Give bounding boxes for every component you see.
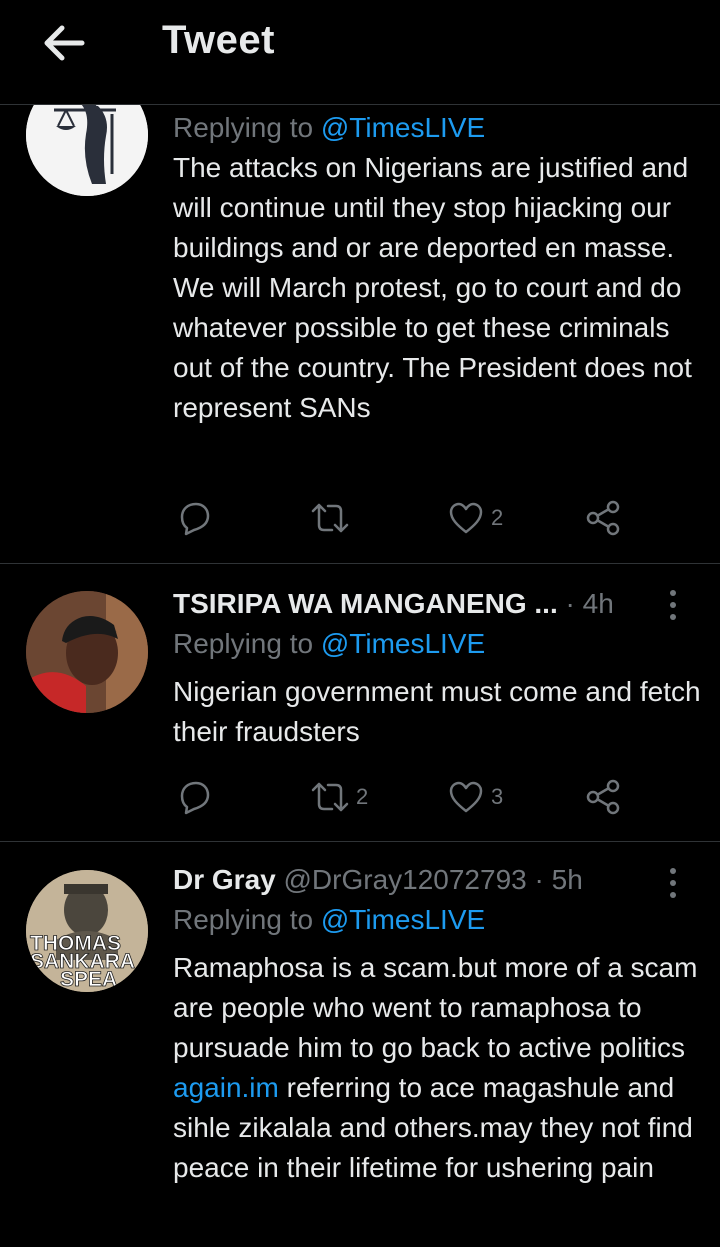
tweet-header: Dr Gray @DrGray12072793 · 5h bbox=[173, 860, 703, 900]
replying-handle-link[interactable]: @TimesLIVE bbox=[321, 904, 485, 935]
heart-icon bbox=[449, 781, 483, 813]
profile-photo: THOMAS SANKARA SPEA bbox=[26, 870, 148, 992]
top-bar: Tweet bbox=[0, 0, 720, 105]
retweet-button[interactable] bbox=[310, 496, 356, 540]
retweet-icon bbox=[311, 503, 349, 533]
retweet-icon bbox=[311, 782, 349, 812]
more-vertical-icon[interactable] bbox=[668, 866, 678, 900]
tweet-text: Ramaphosa is a scam.but more of a scam a… bbox=[173, 952, 698, 1183]
replying-handle-link[interactable]: @TimesLIVE bbox=[321, 628, 485, 659]
reply-icon bbox=[180, 781, 210, 815]
profile-photo bbox=[26, 591, 148, 713]
share-icon bbox=[586, 500, 620, 536]
share-button[interactable] bbox=[584, 496, 622, 540]
arrow-left-icon[interactable] bbox=[38, 20, 88, 66]
user-handle[interactable]: @DrGray12072793 bbox=[284, 864, 527, 895]
replying-to: Replying to @TimesLIVE bbox=[173, 904, 486, 935]
tweet-text: The attacks on Nigerians are justified a… bbox=[173, 152, 692, 423]
retweet-count: 2 bbox=[356, 784, 369, 809]
like-button[interactable]: 2 bbox=[447, 496, 503, 540]
timestamp[interactable]: · 5h bbox=[535, 864, 583, 895]
tweet-3[interactable]: THOMAS SANKARA SPEA Dr Gray @DrGray12072… bbox=[0, 842, 720, 1247]
tweet-text: Nigerian government must come and fetch … bbox=[173, 676, 701, 747]
like-button[interactable]: 3 bbox=[447, 775, 503, 819]
like-count: 3 bbox=[491, 784, 504, 809]
display-name[interactable]: TSIRIPA WA MANGANENG ... bbox=[173, 588, 558, 619]
avatar[interactable] bbox=[26, 591, 148, 713]
like-count: 2 bbox=[491, 505, 504, 530]
share-button[interactable] bbox=[584, 775, 622, 819]
replying-handle-link[interactable]: @TimesLIVE bbox=[321, 112, 485, 143]
replying-to: Replying to @TimesLIVE bbox=[173, 112, 486, 143]
reply-button[interactable] bbox=[175, 775, 213, 819]
heart-icon bbox=[449, 502, 483, 534]
avatar[interactable]: THOMAS SANKARA SPEA bbox=[26, 870, 148, 992]
more-vertical-icon[interactable] bbox=[668, 588, 678, 622]
tweet-2[interactable]: TSIRIPA WA MANGANENG ... · 4h Replying t… bbox=[0, 564, 720, 842]
page-title: Tweet bbox=[162, 18, 275, 62]
timestamp[interactable]: · 4h bbox=[566, 588, 614, 619]
inline-link[interactable]: again.im bbox=[173, 1072, 279, 1103]
replying-to: Replying to @TimesLIVE bbox=[173, 628, 486, 659]
tweet-header: TSIRIPA WA MANGANENG ... · 4h bbox=[173, 584, 703, 624]
avatar-text-line-3: SPEA bbox=[60, 968, 117, 991]
display-name[interactable]: Dr Gray bbox=[173, 864, 276, 895]
reply-button[interactable] bbox=[175, 496, 213, 540]
tweet-actions: 2 3 bbox=[173, 775, 633, 825]
retweet-button[interactable]: 2 bbox=[310, 775, 368, 819]
tweet-actions: 2 bbox=[173, 496, 633, 546]
reply-icon bbox=[180, 502, 210, 536]
share-icon bbox=[586, 779, 620, 815]
